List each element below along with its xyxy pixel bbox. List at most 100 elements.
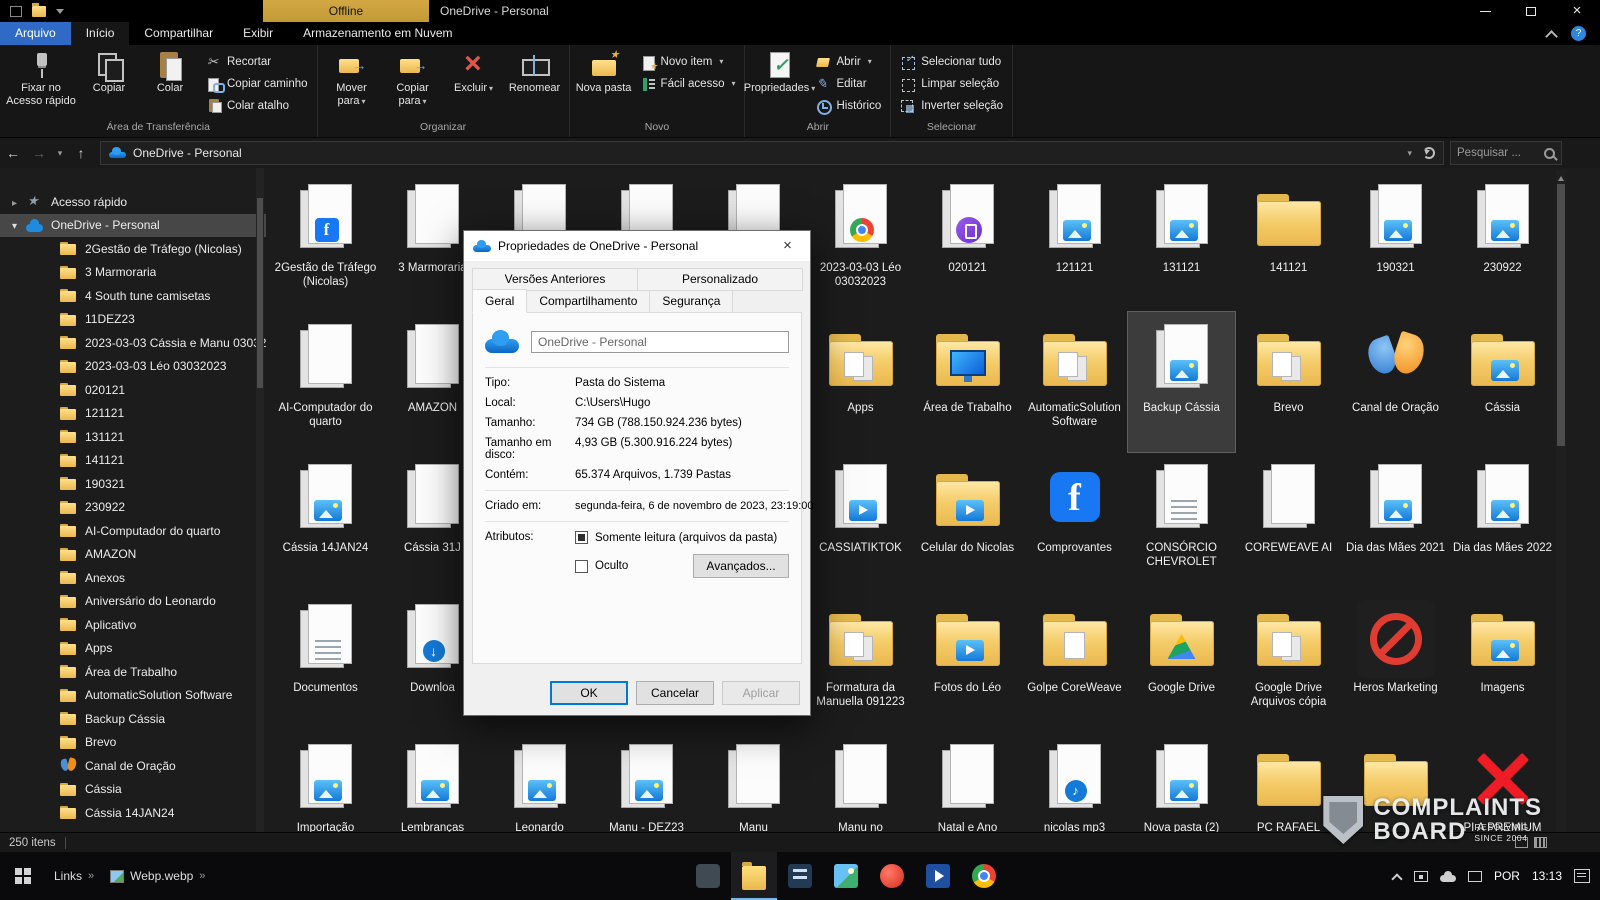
sidebar-item[interactable]: Acesso rápido bbox=[0, 190, 266, 214]
search-box[interactable]: Pesquisar ... bbox=[1450, 141, 1562, 165]
file-item[interactable]: Manu no bbox=[807, 732, 914, 832]
file-item[interactable]: 131121 bbox=[1128, 172, 1235, 312]
readonly-checkbox[interactable]: Somente leitura (arquivos da pasta) bbox=[575, 531, 789, 544]
file-item[interactable]: Apps bbox=[807, 312, 914, 452]
file-item[interactable]: Google Drive bbox=[1128, 592, 1235, 732]
edit-button[interactable]: Editar bbox=[811, 74, 885, 93]
file-toolbar[interactable]: Webp.webp » bbox=[102, 852, 213, 900]
menu-tab[interactable]: Armazenamento em Nuvem bbox=[288, 22, 467, 45]
paste-button[interactable]: Colar bbox=[141, 47, 199, 113]
dialog-tab[interactable]: Segurança bbox=[649, 290, 733, 313]
menu-tab[interactable]: Início bbox=[71, 22, 130, 45]
sidebar-item[interactable]: Cássia 14JAN24 bbox=[0, 801, 266, 825]
language-indicator[interactable]: POR bbox=[1494, 869, 1520, 883]
file-item[interactable]: CONSÓRCIO CHEVROLET bbox=[1128, 452, 1235, 592]
sidebar-item[interactable]: OneDrive - Personal bbox=[0, 214, 266, 238]
sidebar-item[interactable]: 11DEZ23 bbox=[0, 308, 266, 332]
sidebar-item[interactable]: AMAZON bbox=[0, 543, 266, 567]
copy-to-button[interactable]: Copiar para▾ bbox=[384, 47, 442, 113]
file-item[interactable]: Backup Cássia bbox=[1128, 312, 1235, 452]
file-item[interactable]: Dia das Mães 2021 bbox=[1342, 452, 1449, 592]
file-item[interactable]: 2023-03-03 Léo 03032023 bbox=[807, 172, 914, 312]
sidebar-item[interactable]: Canal de Oração bbox=[0, 754, 266, 778]
file-item[interactable]: AI-Computador do quarto bbox=[272, 312, 379, 452]
new-item-button[interactable]: Novo item▾ bbox=[636, 52, 740, 71]
sidebar-item[interactable]: 020121 bbox=[0, 378, 266, 402]
dialog-tab[interactable]: Versões Anteriores bbox=[472, 268, 638, 291]
sidebar-item[interactable]: 4 South tune camisetas bbox=[0, 284, 266, 308]
content-scrollbar[interactable] bbox=[1556, 170, 1566, 832]
file-item[interactable]: 121121 bbox=[1021, 172, 1128, 312]
easy-access-button[interactable]: Fácil acesso▾ bbox=[636, 74, 740, 93]
file-item[interactable]: Documentos bbox=[272, 592, 379, 732]
ok-button[interactable]: OK bbox=[550, 681, 628, 705]
sidebar-item[interactable]: 121121 bbox=[0, 402, 266, 426]
sidebar-item[interactable]: Cássia bbox=[0, 778, 266, 802]
sidebar-item[interactable]: AI-Computador do quarto bbox=[0, 519, 266, 543]
history-button[interactable]: Histórico bbox=[811, 96, 885, 115]
address-dropdown-icon[interactable]: ▾ bbox=[1407, 148, 1412, 159]
tray-icon[interactable] bbox=[1414, 871, 1428, 882]
file-item[interactable]: Celular do Nicolas bbox=[914, 452, 1021, 592]
toolbar-chevron-icon[interactable] bbox=[56, 9, 64, 18]
taskbar-app-button[interactable] bbox=[777, 852, 823, 900]
sidebar-item[interactable]: Aplicativo bbox=[0, 613, 266, 637]
copy-path-button[interactable]: Copiar caminho bbox=[202, 74, 312, 93]
file-item[interactable]: Formatura da Manuella 091223 bbox=[807, 592, 914, 732]
sidebar-item[interactable]: 3 Marmoraria bbox=[0, 261, 266, 285]
up-button[interactable]: ↑ bbox=[68, 145, 94, 161]
copy-button[interactable]: Copiar bbox=[80, 47, 138, 113]
invert-selection-button[interactable]: Inverter seleção bbox=[896, 96, 1007, 115]
taskbar-app-button[interactable] bbox=[823, 852, 869, 900]
links-toolbar[interactable]: Links » bbox=[46, 852, 102, 900]
cut-button[interactable]: Recortar bbox=[202, 52, 312, 71]
apply-button[interactable]: Aplicar bbox=[722, 681, 800, 705]
select-none-button[interactable]: Limpar seleção bbox=[896, 74, 1007, 93]
file-item[interactable]: 230922 bbox=[1449, 172, 1556, 312]
paste-shortcut-button[interactable]: Colar atalho bbox=[202, 96, 312, 115]
chevrons-icon[interactable]: » bbox=[88, 870, 94, 882]
file-item[interactable]: Nova pasta (2) bbox=[1128, 732, 1235, 832]
sidebar-item[interactable]: 190321 bbox=[0, 472, 266, 496]
sidebar-item[interactable]: AutomaticSolution Software bbox=[0, 684, 266, 708]
maximize-button[interactable] bbox=[1508, 0, 1554, 22]
file-item[interactable]: Natal e Ano bbox=[914, 732, 1021, 832]
sidebar-item[interactable]: 2023-03-03 Léo 03032023 bbox=[0, 355, 266, 379]
taskbar-app-button[interactable] bbox=[915, 852, 961, 900]
file-item[interactable]: Manu bbox=[700, 732, 807, 832]
sidebar-scrollbar-thumb[interactable] bbox=[257, 198, 263, 388]
open-button[interactable]: Abrir▾ bbox=[811, 52, 885, 71]
close-button[interactable]: × bbox=[1554, 0, 1600, 22]
sidebar-item[interactable]: 2Gestão de Tráfego (Nicolas) bbox=[0, 237, 266, 261]
taskbar-app-button[interactable] bbox=[731, 852, 777, 900]
sidebar-item[interactable]: 131121 bbox=[0, 425, 266, 449]
recent-locations-icon[interactable]: ▾ bbox=[52, 148, 68, 159]
file-item[interactable]: Heros Marketing bbox=[1342, 592, 1449, 732]
breadcrumb[interactable]: OneDrive - Personal ▾ bbox=[100, 141, 1444, 165]
chevrons-icon[interactable]: » bbox=[199, 870, 205, 882]
file-item[interactable]: Cássia 14JAN24 bbox=[272, 452, 379, 592]
file-item[interactable]: AutomaticSolution Software bbox=[1021, 312, 1128, 452]
advanced-button[interactable]: Avançados... bbox=[693, 554, 789, 578]
minimize-button[interactable] bbox=[1462, 0, 1508, 22]
sidebar-scrollbar[interactable] bbox=[256, 168, 264, 832]
expand-chevron-icon[interactable] bbox=[12, 193, 26, 211]
cancel-button[interactable]: Cancelar bbox=[636, 681, 714, 705]
dialog-tab[interactable]: Personalizado bbox=[637, 268, 803, 291]
onedrive-tray-icon[interactable] bbox=[1440, 871, 1456, 882]
file-item[interactable]: Manu - DEZ23 bbox=[593, 732, 700, 832]
file-item[interactable]: Leonardo bbox=[486, 732, 593, 832]
taskbar-app-button[interactable] bbox=[869, 852, 915, 900]
file-item[interactable]: Importação bbox=[272, 732, 379, 832]
hidden-checkbox[interactable]: Oculto bbox=[575, 560, 628, 573]
back-button[interactable]: ← bbox=[0, 145, 26, 161]
menu-tab[interactable]: Arquivo bbox=[0, 22, 71, 45]
file-item[interactable]: 2Gestão de Tráfego (Nicolas) bbox=[272, 172, 379, 312]
tray-icon[interactable] bbox=[1468, 871, 1482, 882]
sidebar-item[interactable]: Área de Trabalho bbox=[0, 660, 266, 684]
scroll-up-icon[interactable] bbox=[1558, 173, 1564, 181]
menu-tab[interactable]: Compartilhar bbox=[129, 22, 228, 45]
file-item[interactable]: 141121 bbox=[1235, 172, 1342, 312]
help-icon[interactable]: ? bbox=[1571, 26, 1586, 41]
show-hidden-icons-chevron[interactable] bbox=[1393, 872, 1402, 881]
